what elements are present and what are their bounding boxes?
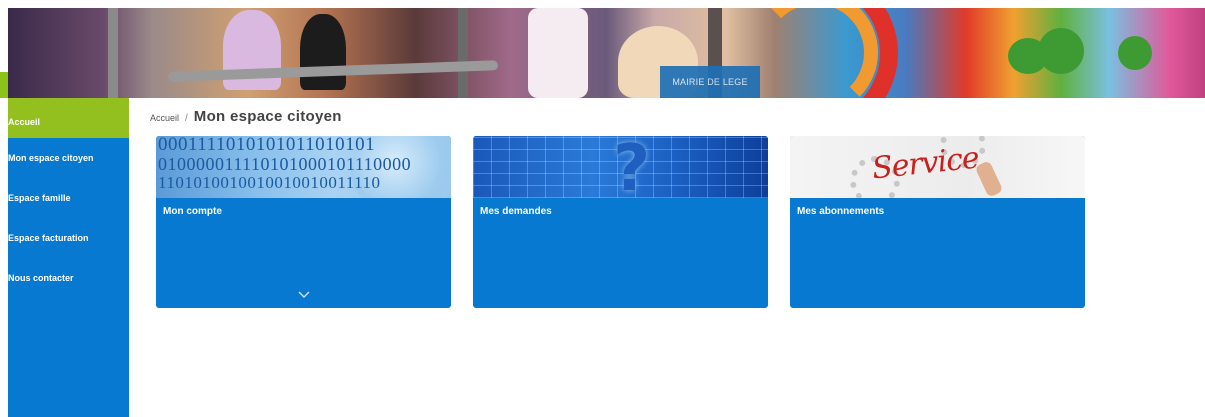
banner-post-shape — [458, 8, 468, 98]
accent-marker — [0, 72, 8, 98]
card-image-binary: 0001111010101011010101 01000001111010100… — [156, 136, 451, 198]
binary-decoration: 010000011110101000101110000 — [158, 154, 412, 174]
page-title: Mon espace citoyen — [193, 108, 342, 125]
sidebar-item-espace-facturation[interactable]: Espace facturation — [8, 218, 129, 258]
banner-post-shape — [108, 8, 118, 98]
mairie-label[interactable]: MAIRIE DE LEGE — [660, 66, 760, 98]
service-word: Service — [870, 140, 981, 187]
binary-decoration: 1101010010010010010011110 — [158, 173, 381, 192]
banner-tree-shape — [1118, 36, 1152, 70]
breadcrumb: Accueil / Mon espace citoyen — [150, 108, 342, 125]
breadcrumb-home-link[interactable]: Accueil — [150, 113, 179, 123]
card-image-service: Service — [790, 136, 1085, 198]
sidebar-item-accueil[interactable]: Accueil — [8, 98, 129, 138]
header-banner: MAIRIE DE LEGE — [8, 8, 1205, 98]
banner-rainbow-shape — [753, 8, 878, 98]
card-mon-compte[interactable]: 0001111010101011010101 01000001111010100… — [156, 136, 451, 308]
card-image-question: ? — [473, 136, 768, 198]
card-mes-demandes[interactable]: ? Mes demandes — [473, 136, 768, 308]
banner-child-shape — [528, 8, 588, 98]
banner-tree-shape — [1038, 28, 1084, 74]
card-title: Mes abonnements — [797, 206, 885, 217]
card-title: Mes demandes — [480, 206, 552, 217]
sidebar-item-espace-famille[interactable]: Espace famille — [8, 178, 129, 218]
binary-decoration: 0001111010101011010101 — [158, 136, 376, 155]
banner-character-shape — [300, 14, 346, 90]
chevron-down-icon[interactable] — [298, 288, 310, 300]
sidebar-item-mon-espace-citoyen[interactable]: Mon espace citoyen — [8, 138, 129, 178]
card-mes-abonnements[interactable]: Service Mes abonnements — [790, 136, 1085, 308]
sidebar-item-nous-contacter[interactable]: Nous contacter — [8, 258, 129, 298]
breadcrumb-separator: / — [185, 113, 188, 124]
sidebar-nav: Accueil Mon espace citoyen Espace famill… — [8, 98, 129, 417]
question-mark-icon: ? — [613, 136, 651, 198]
card-title: Mon compte — [163, 206, 222, 217]
